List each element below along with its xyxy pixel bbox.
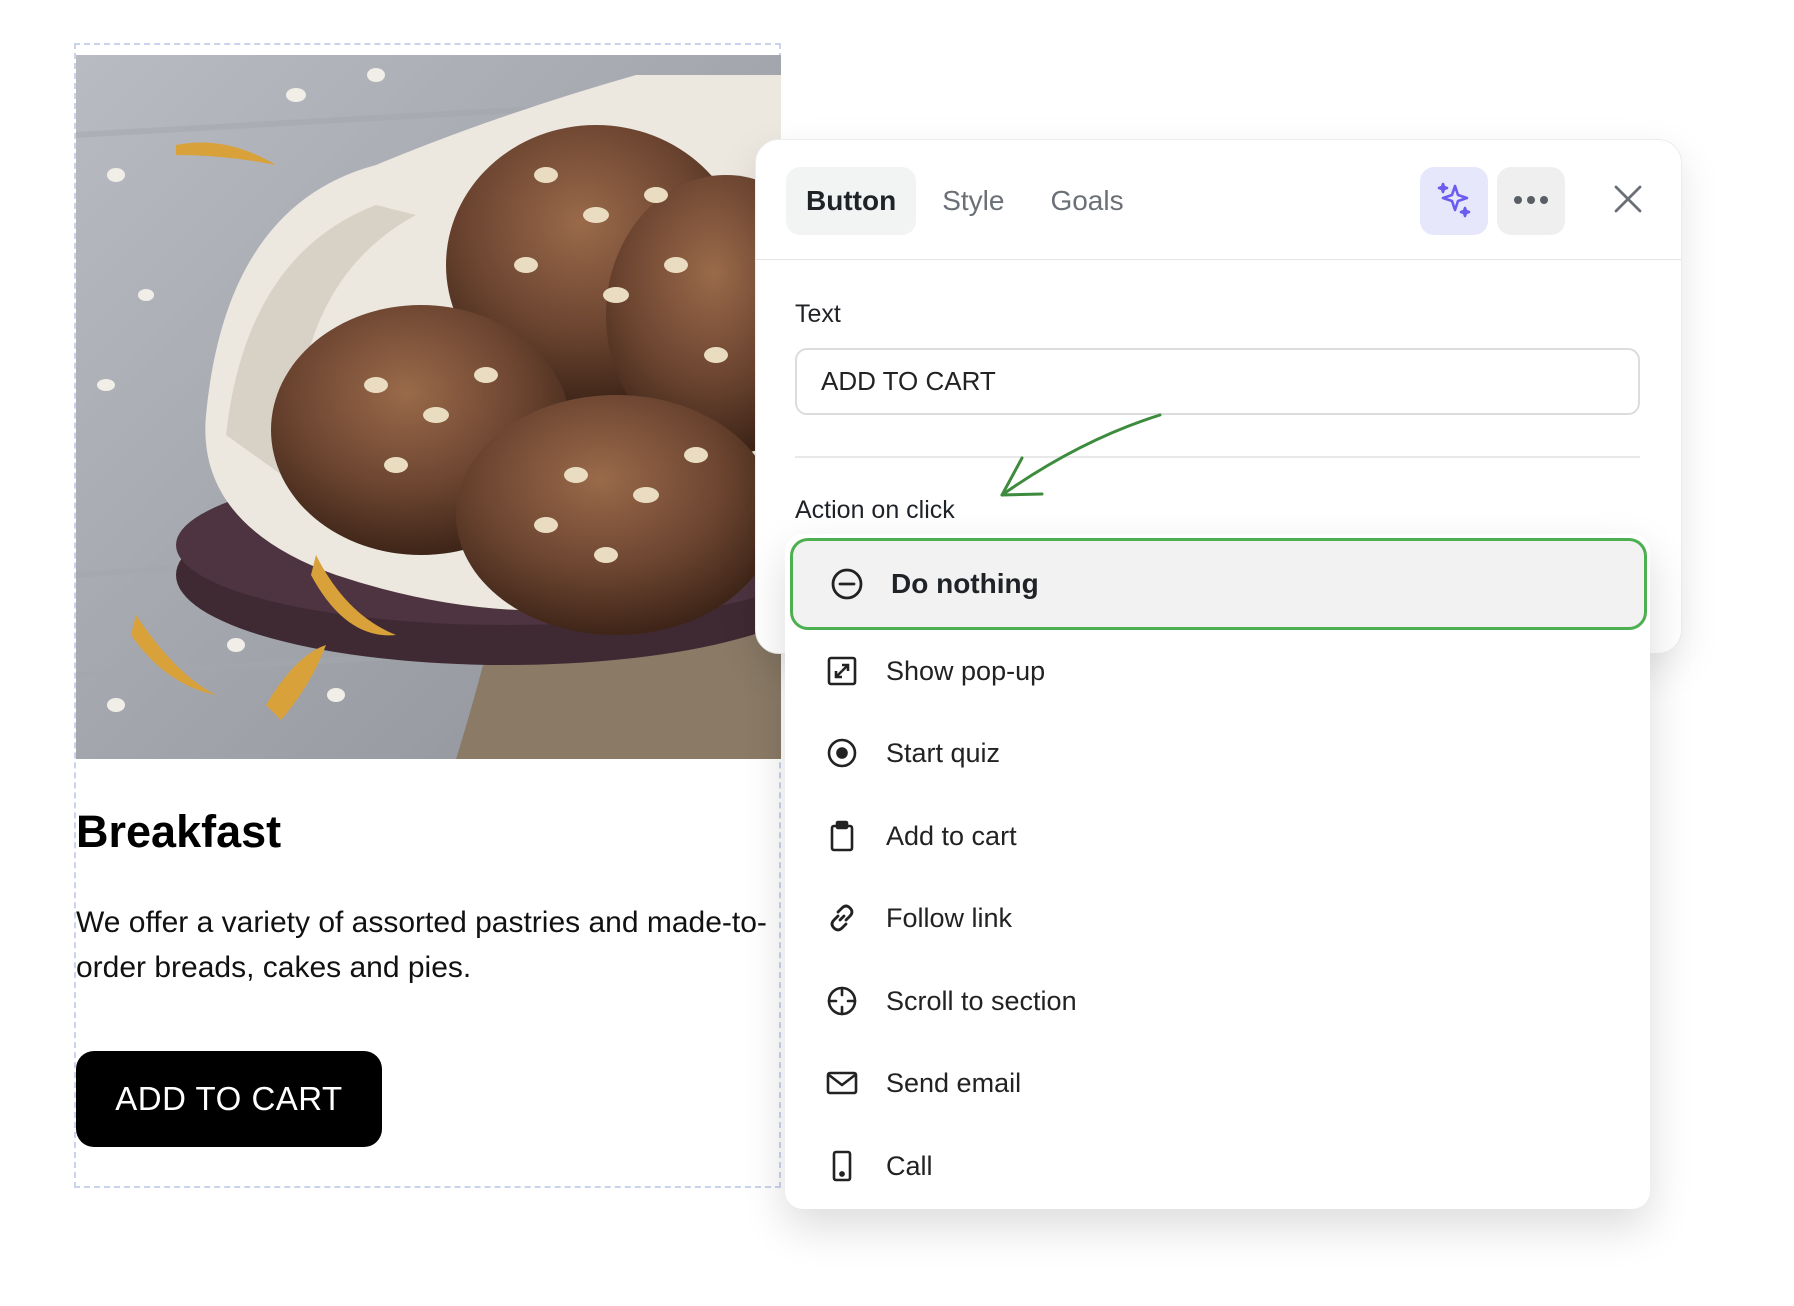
option-send-email[interactable]: Send email (825, 1053, 1525, 1113)
sparkle-icon (1435, 180, 1473, 223)
panel-tabs: Button Style Goals (786, 167, 1144, 235)
option-label: Follow link (886, 902, 1013, 933)
muffin-photo (76, 55, 781, 759)
more-horizontal-icon (1513, 192, 1549, 210)
crosshair-icon (825, 984, 859, 1018)
option-show-popup[interactable]: Show pop-up (825, 641, 1525, 701)
option-add-to-cart[interactable]: Add to cart (825, 806, 1525, 866)
tab-goals[interactable]: Goals (1030, 167, 1143, 235)
tab-style[interactable]: Style (922, 167, 1024, 235)
ai-assist-button[interactable] (1420, 167, 1488, 235)
tab-button[interactable]: Button (786, 167, 917, 235)
mail-icon (825, 1066, 859, 1100)
section-divider (795, 456, 1640, 458)
option-follow-link[interactable]: Follow link (825, 888, 1525, 948)
option-label: Show pop-up (886, 655, 1046, 686)
option-scroll-to-section[interactable]: Scroll to section (825, 971, 1525, 1031)
action-field-label: Action on click (795, 496, 955, 524)
text-field-label: Text (795, 300, 841, 328)
option-label: Start quiz (886, 737, 1001, 768)
close-button[interactable] (1603, 176, 1653, 226)
option-label: Send email (886, 1067, 1022, 1098)
option-do-nothing[interactable]: Do nothing (790, 538, 1647, 630)
option-label: Call (886, 1150, 933, 1181)
popup-icon (825, 654, 859, 688)
close-icon (1613, 184, 1643, 219)
option-label: Scroll to section (886, 985, 1077, 1016)
option-start-quiz[interactable]: Start quiz (825, 723, 1525, 783)
option-call[interactable]: Call (825, 1136, 1525, 1196)
option-label: Do nothing (891, 568, 1039, 599)
annotation-arrow (1000, 413, 1162, 497)
card-title: Breakfast (76, 806, 282, 857)
header-divider (756, 259, 1681, 260)
action-dropdown: Show pop-up Start quiz Add to cart Follo… (785, 534, 1650, 1209)
clipboard-icon (825, 819, 859, 853)
add-to-cart-button[interactable]: ADD TO CART (76, 1051, 382, 1147)
card-description: We offer a variety of assorted pastries … (76, 906, 767, 984)
phone-icon (825, 1149, 859, 1183)
option-label: Add to cart (886, 820, 1017, 851)
link-icon (825, 901, 859, 935)
minus-circle-icon (830, 567, 864, 601)
more-options-button[interactable] (1497, 167, 1565, 235)
button-text-input[interactable] (795, 348, 1640, 415)
target-icon (825, 736, 859, 770)
